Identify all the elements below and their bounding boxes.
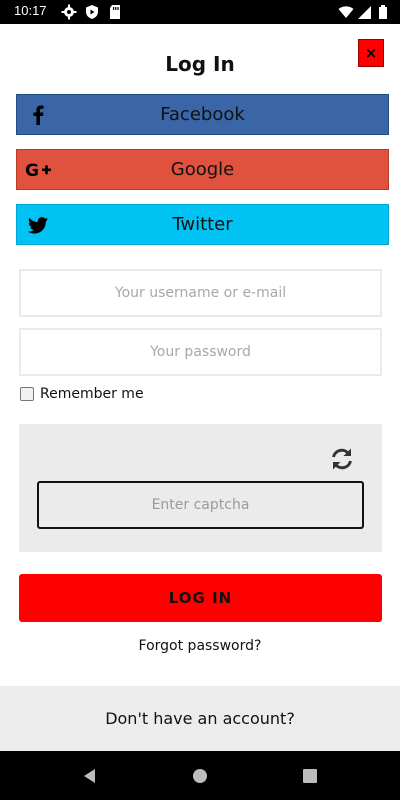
navigation-bar [0, 751, 400, 800]
signup-prompt: Don't have an account? [105, 709, 295, 728]
login-button[interactable]: LOG IN [19, 574, 382, 622]
password-field-wrapper [19, 328, 382, 376]
google-plus-icon: G [25, 159, 53, 181]
close-button[interactable]: × [358, 39, 384, 67]
facebook-icon [27, 104, 49, 126]
svg-text:G: G [25, 161, 39, 179]
sd-card-icon [107, 4, 123, 20]
back-icon[interactable] [81, 767, 99, 785]
shield-icon [84, 4, 100, 20]
twitter-icon [27, 214, 49, 236]
remember-me-label[interactable]: Remember me [40, 386, 144, 402]
google-login-button[interactable]: G Google [16, 149, 389, 190]
captcha-panel [19, 424, 382, 552]
google-label: Google [170, 159, 235, 180]
username-input[interactable] [21, 271, 380, 315]
facebook-label: Facebook [160, 104, 245, 125]
recents-icon[interactable] [301, 767, 319, 785]
battery-icon [375, 4, 391, 20]
twitter-login-button[interactable]: Twitter [16, 204, 389, 245]
login-button-label: LOG IN [168, 589, 233, 607]
status-bar: 10:17 [0, 0, 400, 24]
forgot-password-link[interactable]: Forgot password? [0, 638, 400, 654]
settings-icon [61, 4, 77, 20]
captcha-input[interactable] [39, 483, 362, 527]
twitter-label: Twitter [172, 214, 233, 235]
status-time: 10:17 [14, 3, 47, 18]
home-icon[interactable] [191, 767, 209, 785]
refresh-icon[interactable] [329, 446, 355, 472]
remember-me-row: Remember me [20, 386, 144, 402]
password-input[interactable] [21, 330, 380, 374]
page-title: Log In [165, 52, 235, 76]
remember-me-checkbox[interactable] [20, 387, 34, 401]
username-field-wrapper [19, 269, 382, 317]
captcha-field-wrapper [37, 481, 364, 529]
signal-icon [356, 4, 372, 20]
signup-link[interactable]: Don't have an account? [0, 686, 400, 751]
facebook-login-button[interactable]: Facebook [16, 94, 389, 135]
close-icon: × [364, 44, 378, 62]
wifi-icon [338, 4, 354, 20]
